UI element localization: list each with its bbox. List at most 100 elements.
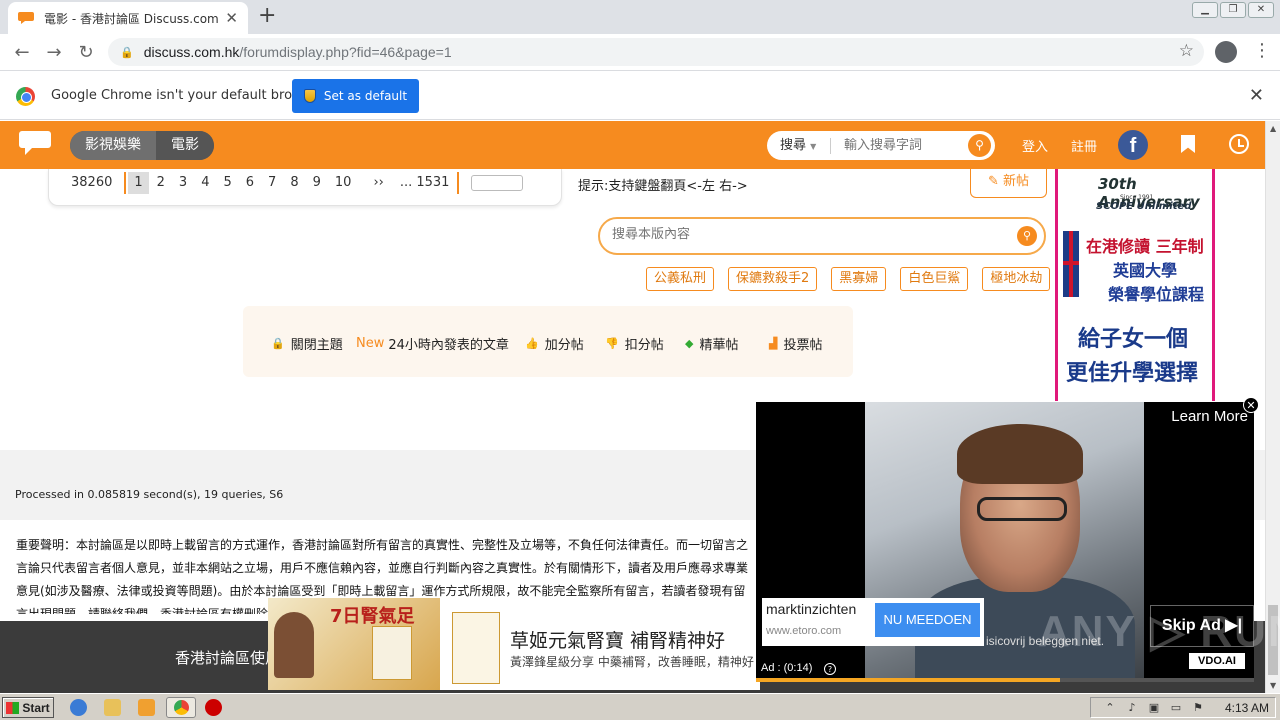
help-icon[interactable]: ? (824, 663, 836, 675)
forum-search-input[interactable] (612, 227, 992, 242)
infobar-close-icon[interactable]: ✕ (1249, 85, 1264, 106)
tag-link[interactable]: 保鑣救殺手2 (728, 267, 818, 291)
page-link[interactable]: 6 (240, 172, 260, 194)
filter-poll[interactable]: ▟ 投票帖 (769, 334, 822, 353)
banner-subtext: 黃澤鋒星級分享 中藥補腎，改善睡眠，精神好 (510, 655, 754, 669)
restore-icon[interactable]: ❐ (1220, 2, 1246, 18)
page-link[interactable]: 8 (284, 172, 304, 194)
learn-more-link[interactable]: Learn More (1171, 408, 1248, 425)
scroll-down-icon[interactable]: ▼ (1270, 681, 1276, 690)
bookmark-icon[interactable] (1181, 135, 1195, 153)
windows-taskbar: Start ⌃ ♪ ▣ ▭ ⚑ 4:13 AM (0, 693, 1280, 720)
banner-img-title: 7日腎氣足 (330, 606, 415, 627)
register-link[interactable]: 註冊 (1071, 136, 1097, 155)
tag-link[interactable]: 黑寡婦 (831, 267, 887, 291)
close-ad-icon[interactable]: ✕ (1243, 397, 1259, 413)
tag-link[interactable]: 公義私刑 (646, 267, 715, 291)
scroll-up-icon[interactable]: ▲ (1270, 124, 1276, 133)
address-bar[interactable]: 🔒 discuss.com.hk/forumdisplay.php?fid=46… (108, 38, 1204, 66)
filter-closed[interactable]: 🔒 關閉主題 (271, 334, 343, 353)
alert-icon[interactable] (205, 699, 222, 716)
category-entertainment[interactable]: 影視娛樂 (70, 131, 156, 160)
thread-total: 38260 (49, 172, 127, 194)
tag-link[interactable]: 極地冰劫 (982, 267, 1051, 291)
history-clock-icon[interactable] (1229, 134, 1249, 154)
network-icon[interactable]: ▣ (1147, 701, 1161, 715)
site-search: 搜尋 ▼ ⚲ (767, 131, 995, 160)
filter-plus-label: 加分帖 (544, 338, 584, 353)
profile-avatar-icon[interactable] (1215, 41, 1237, 63)
system-tray: ⌃ ♪ ▣ ▭ ⚑ 4:13 AM (1089, 697, 1276, 718)
banner-headline: 草姬元氣腎寶 補腎精神好 (510, 630, 726, 652)
discuss-logo-icon[interactable] (18, 129, 52, 157)
discuss-favicon-icon (18, 12, 34, 24)
side-ad-line: 榮譽學位課程 (1108, 285, 1205, 304)
next-page-link[interactable]: ›› (367, 172, 389, 194)
reload-icon[interactable]: ↻ (70, 42, 102, 63)
start-button[interactable]: Start (2, 697, 54, 718)
tray-expand-icon[interactable]: ⌃ (1103, 701, 1117, 715)
page-link[interactable]: 3 (173, 172, 193, 194)
forum-search: ⚲ (598, 217, 1046, 255)
back-icon[interactable]: ← (6, 42, 38, 63)
page-link[interactable]: 9 (307, 172, 327, 194)
page-link[interactable]: 5 (217, 172, 237, 194)
media-player-icon[interactable] (138, 699, 155, 716)
page-link[interactable]: 4 (195, 172, 215, 194)
battery-icon[interactable]: ▭ (1169, 701, 1183, 715)
filter-recent[interactable]: New 24小時內發表的文章 (356, 334, 509, 353)
tab-close-icon[interactable]: ✕ (225, 9, 238, 27)
banner-ad[interactable]: 7日腎氣足 草姬元氣腎寶 補腎精神好 黃澤鋒星級分享 中藥補腎，改善睡眠，精神好 (268, 598, 760, 690)
ie-icon[interactable] (70, 699, 87, 716)
ad-cta-card[interactable]: marktinzichten www.etoro.com NU MEEDOEN (762, 598, 984, 646)
new-tab-icon[interactable]: + (258, 4, 276, 28)
set-default-button[interactable]: Set as default (292, 79, 419, 113)
side-ad[interactable]: 30th Anniversary Since 1991 SCOPE Unlimi… (1055, 169, 1215, 401)
new-post-button[interactable]: ✎ 新帖 (970, 169, 1047, 198)
ad-cta-button[interactable]: NU MEEDOEN (875, 603, 980, 637)
window-close-icon[interactable]: ✕ (1248, 2, 1274, 18)
product-box-image (372, 626, 412, 680)
chrome-menu-icon[interactable]: ⋮ (1253, 40, 1271, 61)
filter-plus[interactable]: 👍 加分帖 (525, 334, 584, 353)
filter-digest[interactable]: ◆ 精華帖 (685, 334, 738, 353)
forward-icon[interactable]: → (38, 42, 70, 63)
tab-active[interactable]: 電影 - 香港討論區 Discuss.com.hk - ✕ (8, 2, 248, 34)
tag-link[interactable]: 白色巨鯊 (900, 267, 969, 291)
last-page-link[interactable]: ... 1531 (390, 172, 460, 194)
page-link[interactable]: 10 (329, 172, 358, 194)
bookmark-star-icon[interactable]: ☆ (1179, 41, 1194, 61)
filter-recent-label: 24小時內發表的文章 (388, 338, 509, 353)
filter-digest-label: 精華帖 (699, 338, 739, 353)
ad-url: www.etoro.com (766, 625, 842, 637)
search-icon[interactable]: ⚲ (968, 134, 991, 157)
chrome-icon (173, 700, 189, 715)
login-link[interactable]: 登入 (1022, 136, 1048, 155)
search-type-dropdown[interactable]: 搜尋 ▼ (767, 137, 831, 154)
minimize-icon[interactable]: ▁ (1192, 2, 1218, 18)
category-movies[interactable]: 電影 (156, 131, 214, 160)
filter-minus[interactable]: 👎 扣分帖 (605, 334, 664, 353)
url-path: /forumdisplay.php?fid=46&page=1 (239, 44, 452, 60)
taskbar-clock[interactable]: 4:13 AM (1225, 701, 1269, 715)
search-icon[interactable]: ⚲ (1017, 226, 1037, 246)
explorer-icon[interactable] (104, 699, 121, 716)
page-jump-input[interactable] (471, 175, 524, 191)
page-link[interactable]: 7 (262, 172, 282, 194)
ad-brand: marktinzichten (766, 601, 857, 617)
flag-icon[interactable]: ⚑ (1191, 701, 1205, 715)
page-link-current[interactable]: 1 (128, 172, 149, 194)
filter-poll-label: 投票帖 (783, 338, 823, 353)
page-link[interactable]: 2 (151, 172, 171, 194)
volume-icon[interactable]: ♪ (1125, 701, 1139, 715)
pagination: 38260 1 2 3 4 5 6 7 8 9 10 ›› ... 1531 (49, 171, 524, 195)
hot-tags: 公義私刑 保鑣救殺手2 黑寡婦 白色巨鯊 極地冰劫 (646, 267, 1064, 291)
poll-icon: ▟ (769, 337, 778, 350)
facebook-icon[interactable]: f (1118, 130, 1148, 160)
anyrun-watermark: ANY ▷ RUN (1038, 607, 1280, 656)
side-ad-line: 給子女一個 (1078, 327, 1189, 352)
chrome-taskbar-button[interactable] (166, 697, 196, 718)
site-search-input[interactable] (844, 138, 962, 153)
lock-icon[interactable]: 🔒 (120, 46, 134, 59)
uk-flag-icon (1063, 231, 1079, 297)
